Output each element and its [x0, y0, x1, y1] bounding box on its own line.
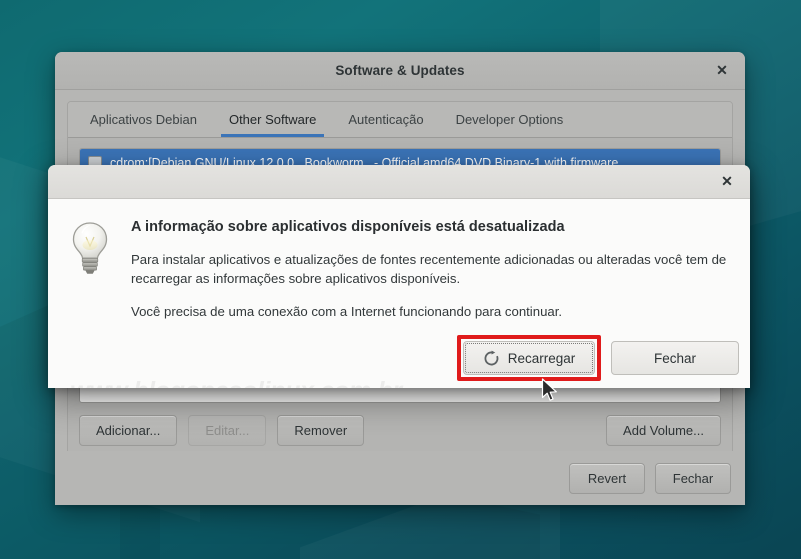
- edit-button[interactable]: Editar...: [188, 415, 267, 446]
- dialog-paragraph-1: Para instalar aplicativos e atualizações…: [131, 252, 727, 286]
- close-button[interactable]: Fechar: [655, 462, 731, 494]
- remove-button[interactable]: Remover: [277, 415, 365, 446]
- refresh-icon: [484, 350, 499, 365]
- dialog-titlebar: ✕: [48, 165, 750, 199]
- lightbulb-icon: [68, 217, 114, 322]
- tab-other-software[interactable]: Other Software: [213, 102, 332, 137]
- add-button[interactable]: Adicionar...: [79, 415, 178, 446]
- main-window-titlebar: Software & Updates ✕: [55, 52, 745, 90]
- dialog-body: www.blogopcaolinux.com.br: [48, 199, 750, 388]
- close-icon[interactable]: ✕: [714, 169, 740, 195]
- desktop-background: Software & Updates ✕ Aplicativos Debian …: [0, 0, 801, 559]
- revert-button[interactable]: Revert: [569, 462, 645, 494]
- page-title: Software & Updates: [335, 63, 465, 78]
- dialog-paragraph-2: Você precisa de uma conexão com a Intern…: [131, 304, 563, 320]
- tab-aplicativos-debian[interactable]: Aplicativos Debian: [74, 102, 213, 137]
- dialog-actions: Recarregar Fechar: [457, 335, 739, 381]
- reload-button[interactable]: Recarregar: [463, 341, 595, 375]
- main-window-footer: Revert Fechar: [55, 451, 745, 505]
- reload-button-highlight: Recarregar: [457, 335, 601, 381]
- source-list-actions: Adicionar... Editar... Remover Add Volum…: [79, 415, 721, 446]
- close-icon[interactable]: ✕: [709, 58, 735, 84]
- dialog-content: A informação sobre aplicativos disponíve…: [68, 217, 730, 322]
- outdated-info-dialog: ✕ www.blogopcaolinux.com.br: [48, 165, 750, 388]
- tab-autenticacao[interactable]: Autenticação: [332, 102, 439, 137]
- tab-developer-options[interactable]: Developer Options: [440, 102, 580, 137]
- add-volume-button[interactable]: Add Volume...: [606, 415, 721, 446]
- tabstrip: Aplicativos Debian Other Software Autent…: [68, 102, 732, 138]
- reload-button-label: Recarregar: [507, 350, 576, 366]
- dialog-heading: A informação sobre aplicativos disponíve…: [131, 219, 565, 235]
- watermark: www.blogopcaolinux.com.br: [70, 377, 402, 388]
- dialog-close-button[interactable]: Fechar: [611, 341, 739, 375]
- dialog-text-block: A informação sobre aplicativos disponíve…: [131, 217, 730, 322]
